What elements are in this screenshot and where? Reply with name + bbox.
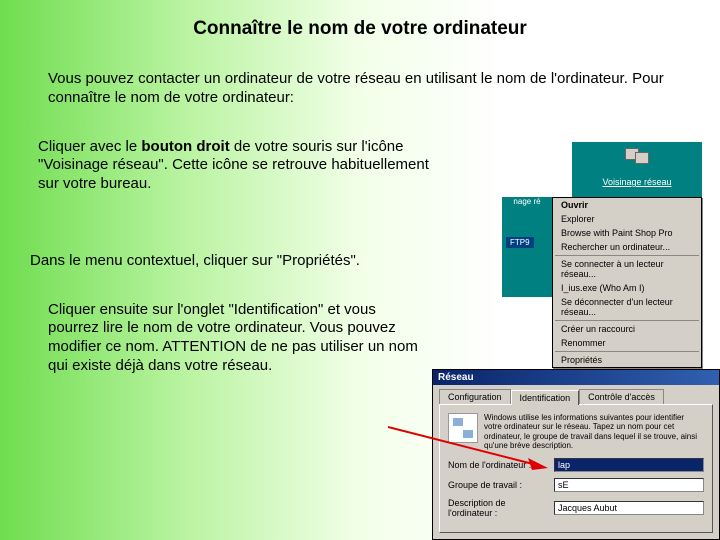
nage-label: nage ré	[502, 197, 552, 206]
tab-identification[interactable]: Identification	[511, 390, 580, 405]
desc-input[interactable]: Jacques Aubut	[554, 501, 704, 515]
tab-configuration[interactable]: Configuration	[439, 389, 511, 404]
group-input[interactable]: sE	[554, 478, 704, 492]
computer-network-icon	[448, 413, 478, 443]
context-menu-separator	[555, 320, 699, 321]
step1-pre: Cliquer avec le	[38, 138, 141, 155]
intro-text: Vous pouvez contacter un ordinateur de v…	[0, 40, 720, 108]
desktop-left-strip: nage ré FTP9	[502, 197, 552, 297]
context-menu-item[interactable]: Propriétés	[553, 353, 701, 367]
context-menu-item[interactable]: Renommer	[553, 336, 701, 350]
voisinage-label: Voisinage réseau	[602, 177, 671, 187]
dialog-tabs: ConfigurationIdentificationContrôle d'ac…	[433, 385, 719, 404]
network-neighborhood-icon	[623, 146, 651, 170]
dialog-info-text: Windows utilise les informations suivant…	[484, 413, 704, 450]
ftp-label: FTP9	[506, 237, 534, 248]
tab-contrôle d'accès[interactable]: Contrôle d'accès	[579, 389, 664, 404]
name-label: Nom de l'ordinateur :	[448, 460, 548, 470]
dialog-title: Réseau	[433, 370, 719, 385]
page-title: Connaître le nom de votre ordinateur	[0, 0, 720, 40]
screenshot-desktop: Voisinage réseau nage ré FTP9 OuvrirExpl…	[462, 142, 702, 362]
context-menu-separator	[555, 351, 699, 352]
context-menu-item[interactable]: I_ius.exe (Who Am I)	[553, 281, 701, 295]
voisinage-block: Voisinage réseau	[572, 142, 702, 197]
step1-bold: bouton droit	[141, 138, 229, 155]
context-menu: OuvrirExplorerBrowse with Paint Shop Pro…	[552, 197, 702, 368]
context-menu-item[interactable]: Rechercher un ordinateur...	[553, 240, 701, 254]
context-menu-item[interactable]: Browse with Paint Shop Pro	[553, 226, 701, 240]
context-menu-separator	[555, 255, 699, 256]
name-input[interactable]: lap	[554, 458, 704, 472]
group-label: Groupe de travail :	[448, 480, 548, 490]
context-menu-item[interactable]: Ouvrir	[553, 198, 701, 212]
context-menu-item[interactable]: Se déconnecter d'un lecteur réseau...	[553, 295, 701, 319]
tab-body: Windows utilise les informations suivant…	[439, 404, 713, 533]
context-menu-item[interactable]: Créer un raccourci	[553, 322, 701, 336]
context-menu-item[interactable]: Se connecter à un lecteur réseau...	[553, 257, 701, 281]
context-menu-item[interactable]: Explorer	[553, 212, 701, 226]
desc-label: Description de l'ordinateur :	[448, 498, 548, 518]
network-dialog: Réseau ConfigurationIdentificationContrô…	[432, 369, 720, 540]
